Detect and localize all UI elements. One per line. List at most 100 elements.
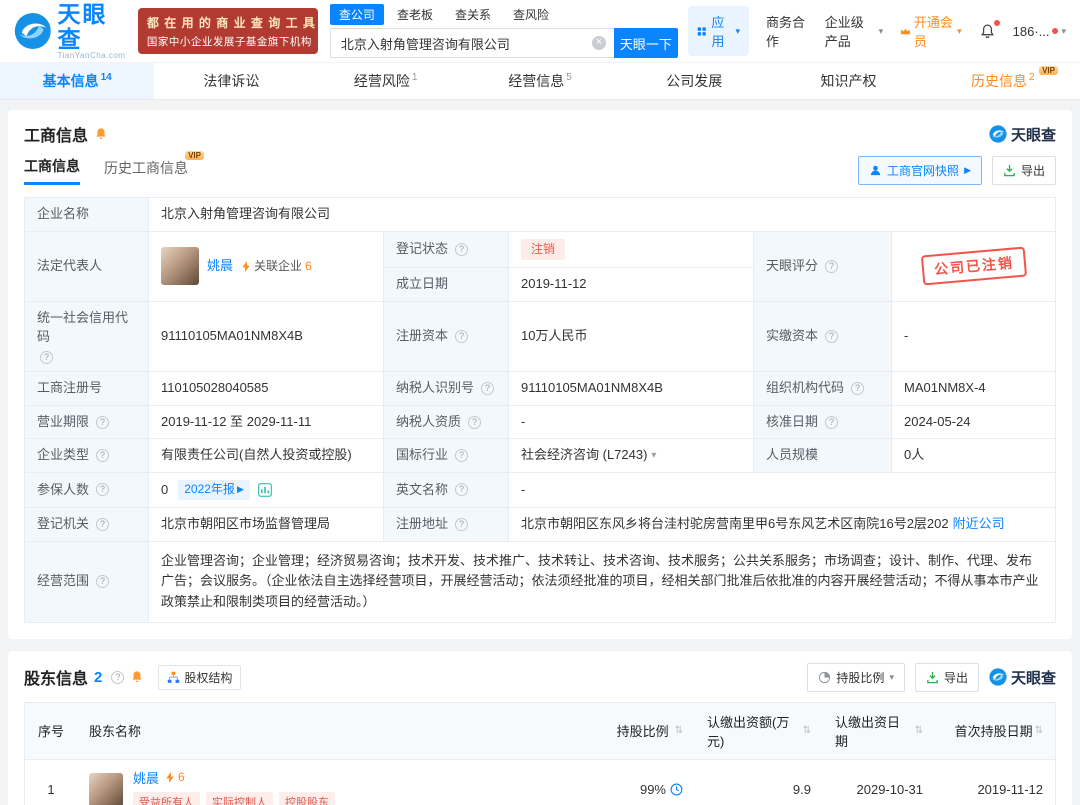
nav-vip-label: 开通会员 (913, 15, 953, 49)
tianyancha-logo-icon (989, 125, 1007, 143)
establish-date-value: 2019-11-12 (509, 268, 754, 303)
search-tab-risk[interactable]: 查风险 (504, 4, 558, 25)
info-icon[interactable]: ? (40, 350, 53, 364)
info-icon[interactable]: ? (455, 449, 469, 463)
search-tab-boss[interactable]: 查老板 (388, 4, 442, 25)
info-icon[interactable]: ? (851, 381, 865, 395)
role-badge[interactable]: 受益所有人 (133, 791, 200, 805)
tab-intellectual-property[interactable]: 知识产权 (771, 63, 925, 99)
shareholder-name-link[interactable]: 姚晨 (133, 768, 159, 787)
term-value: 2019-11-12 至 2029-11-11 (149, 405, 384, 440)
tab-legal-proceedings[interactable]: 法律诉讼 (154, 63, 308, 99)
monitor-bell-icon[interactable] (130, 670, 144, 684)
notification-bell-icon[interactable] (979, 19, 1000, 40)
nav-account[interactable]: 186·... ▾ (1013, 24, 1066, 39)
search-tab-relation[interactable]: 查关系 (446, 4, 500, 25)
related-companies-tag[interactable]: 6 (165, 770, 185, 784)
staff-label: 人员规模 (754, 439, 892, 474)
score-label: 天眼评分? (754, 231, 892, 303)
export-button[interactable]: 导出 (991, 156, 1056, 185)
brand-logo[interactable]: 天眼查 TianYanCha.com (14, 2, 128, 60)
tab-company-development[interactable]: 公司发展 (617, 63, 771, 99)
subtab-business-info[interactable]: 工商信息 (24, 156, 80, 185)
info-icon[interactable]: ? (455, 483, 469, 497)
holding-ratio-dropdown[interactable]: 持股比例 ▾ (807, 662, 905, 692)
role-badge[interactable]: 控股股东 (279, 791, 335, 805)
official-snapshot-button[interactable]: 工商官网快照 ▶ (858, 156, 982, 185)
search-tab-company[interactable]: 查公司 (329, 4, 384, 25)
info-icon[interactable]: ? (96, 575, 110, 589)
related-companies-tag[interactable]: 关联企业 6 (241, 258, 312, 275)
info-icon[interactable]: ? (825, 259, 839, 273)
subtab-history-business-info[interactable]: 历史工商信息 VIP (104, 150, 204, 184)
annual-report-icon[interactable] (258, 483, 272, 497)
company-type-label: 企业类型? (25, 439, 149, 474)
legal-rep-value: 姚晨 关联企业 6 (149, 231, 384, 303)
tab-operating-risk[interactable]: 经营风险 1 (309, 63, 463, 99)
reg-capital-value: 10万人民币 (509, 302, 754, 372)
vip-badge: VIP (185, 150, 204, 160)
tab-history-info[interactable]: 历史信息 2 VIP (926, 63, 1080, 99)
tab-basic-info[interactable]: 基本信息 14 (0, 63, 155, 99)
company-name-value: 北京入射角管理咨询有限公司 (149, 198, 1056, 232)
history-clock-icon[interactable] (670, 783, 683, 796)
export-button[interactable]: 导出 (914, 662, 979, 692)
chevron-down-icon: ▾ (957, 25, 962, 36)
info-icon[interactable]: ? (455, 517, 469, 531)
address-value: 北京市朝阳区东风乡将台洼村驼房营南里甲6号东风艺术区南院16号2层202 附近公… (509, 507, 1056, 542)
info-icon[interactable]: ? (96, 415, 110, 429)
establish-date-label: 成立日期 (384, 268, 509, 303)
search-button[interactable]: 天眼一下 (613, 28, 678, 58)
nav-apps[interactable]: 应用 ▾ (687, 6, 749, 56)
sort-icon[interactable]: ⇅ (915, 725, 923, 736)
english-name-label: 英文名称? (384, 473, 509, 508)
annual-report-link[interactable]: 2022年报 ▶ (178, 480, 250, 500)
sort-icon[interactable]: ⇅ (1035, 725, 1043, 736)
cancelled-stamp: 公司已注销 (920, 246, 1027, 287)
info-icon[interactable]: ? (455, 329, 469, 343)
clear-icon[interactable]: × (591, 36, 606, 50)
equity-structure-button[interactable]: 股权结构 (158, 664, 242, 690)
info-icon[interactable]: ? (455, 243, 469, 257)
shareholders-title: 股东信息 (24, 671, 89, 689)
section-tabs: 基本信息 14 法律诉讼 经营风险 1 经营信息 5 公司发展 知识产权 历史信息 2 … (0, 62, 1080, 100)
nav-cooperation[interactable]: 商务合作 (766, 12, 808, 50)
shareholder-name-cell: 姚晨 6 受益所有人 实际控制人 控股股东 (77, 760, 587, 805)
chevron-down-icon[interactable]: ▾ (651, 449, 656, 464)
pie-icon (819, 671, 831, 683)
tax-qual-value: - (509, 405, 754, 440)
tab-operating-info[interactable]: 经营信息 5 (463, 63, 617, 99)
tax-id-value: 91110105MA01NM8X4B (509, 371, 754, 406)
info-icon[interactable]: ? (825, 329, 839, 343)
sort-icon[interactable]: ⇅ (803, 725, 811, 736)
legal-rep-avatar[interactable] (161, 247, 199, 286)
reg-status-value: 注销 (509, 231, 754, 269)
banner-line2: 国家中小企业发展子基金旗下机构 (146, 35, 312, 48)
scope-label: 经营范围? (25, 541, 149, 623)
info-icon[interactable]: ? (96, 483, 110, 497)
english-name-value: - (509, 473, 1056, 508)
legal-rep-name-link[interactable]: 姚晨 (207, 257, 233, 276)
shareholders-card: 股东信息 2 ? 股权结构 持股比例 ▾ 导出 天眼查 序号 股东名称 持股比例… (8, 650, 1072, 805)
info-icon[interactable]: ? (96, 449, 110, 463)
credit-code-value: 91110105MA01NM8X4B (149, 302, 384, 372)
download-icon (927, 671, 938, 684)
info-icon[interactable]: ? (481, 381, 495, 395)
sort-icon[interactable]: ⇅ (675, 725, 683, 736)
info-icon[interactable]: ? (825, 415, 839, 429)
info-icon[interactable]: ? (96, 517, 110, 531)
play-icon: ▶ (964, 165, 971, 175)
info-icon[interactable]: ? (111, 670, 125, 684)
col-shareholder-name: 股东名称 (89, 724, 142, 740)
shareholder-avatar[interactable] (89, 772, 123, 805)
nearby-companies-link[interactable]: 附近公司 (953, 515, 1005, 534)
search-input[interactable] (329, 28, 614, 58)
export-label: 导出 (1020, 164, 1045, 178)
nav-enterprise-products[interactable]: 企业级产品 ▾ (825, 12, 883, 50)
role-badge[interactable]: 实际控制人 (206, 791, 273, 805)
monitor-bell-icon[interactable] (94, 127, 108, 141)
crown-icon (900, 27, 911, 34)
info-icon[interactable]: ? (468, 415, 482, 429)
nav-open-vip[interactable]: 开通会员 ▾ (900, 12, 962, 50)
insured-label: 参保人数? (25, 473, 149, 508)
